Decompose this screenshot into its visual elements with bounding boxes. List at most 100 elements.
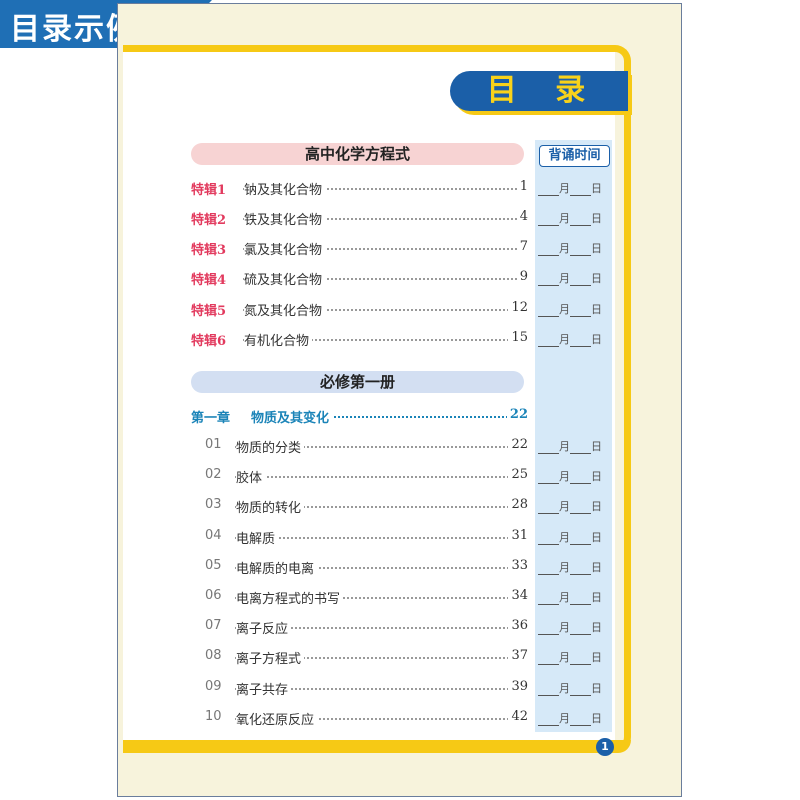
month-label: 月 [559,470,570,484]
month-blank[interactable] [538,592,559,605]
month-blank[interactable] [538,334,559,347]
month-blank[interactable] [538,562,559,575]
day-label: 日 [591,440,602,453]
review-date-field[interactable]: 月日 [538,210,614,230]
special-tag: 特辑4 [191,273,227,288]
month-blank[interactable] [538,243,559,256]
toc-row[interactable]: 06 电离方程式的书写 34 [191,588,531,608]
toc-row[interactable]: 07 离子反应 36 [191,618,531,638]
day-blank[interactable] [570,273,591,286]
day-label: 日 [591,651,602,665]
toc-page-number: 12 [508,300,528,315]
lesson-number: 06 [205,588,222,603]
review-date-field[interactable]: 月日 [538,649,614,669]
month-blank[interactable] [538,471,559,485]
month-blank[interactable] [538,273,559,286]
review-date-field[interactable]: 月日 [538,240,614,260]
lesson-number: 08 [205,648,222,664]
day-blank[interactable] [570,213,591,226]
toc-entry-label: 电解质的电离 [236,557,318,577]
day-blank[interactable] [570,183,591,196]
month-blank[interactable] [538,713,559,726]
day-label: 日 [591,500,602,514]
review-time-header: 背诵时间 [539,145,610,167]
day-blank[interactable] [570,532,591,545]
toc-row[interactable]: 特辑6 有机化合物 15 [191,330,531,350]
review-date-field[interactable]: 月日 [538,331,614,351]
review-date-field[interactable]: 月日 [538,529,614,549]
review-date-field[interactable]: 月日 [538,180,614,200]
special-tag: 特辑6 [191,334,227,349]
day-label: 日 [591,530,602,544]
day-blank[interactable] [570,304,591,317]
day-label: 日 [591,681,602,695]
review-date-field[interactable]: 月日 [538,619,614,639]
month-blank[interactable] [538,183,559,196]
month-label: 月 [559,500,570,514]
review-date-field[interactable]: 月日 [538,589,614,609]
day-label: 日 [591,272,602,285]
day-label: 日 [591,560,602,574]
month-blank[interactable] [538,441,559,454]
toc-row[interactable]: 03 物质的转化 28 [191,497,531,517]
month-blank[interactable] [538,652,559,666]
day-blank[interactable] [570,441,591,454]
lesson-number: 09 [205,678,222,694]
lesson-number: 10 [205,708,222,724]
toc-page-number: 42 [508,708,528,724]
toc-row[interactable]: 特辑2 铁及其化合物 4 [191,209,531,229]
review-date-field[interactable]: 月日 [538,468,614,488]
toc-entry-label: 离子反应 [236,618,292,638]
review-date-field[interactable]: 月日 [538,301,614,321]
page-title: 目 录 [486,73,600,108]
toc-row[interactable]: 04 电解质 31 [191,527,531,548]
toc-row[interactable]: 08 离子方程式 37 [191,648,531,668]
day-blank[interactable] [570,683,591,696]
month-blank[interactable] [538,501,559,515]
day-blank[interactable] [570,652,591,666]
day-label: 日 [591,470,602,484]
day-blank[interactable] [570,334,591,347]
toc-entry-label: 氯及其化合物 [244,239,326,258]
toc-row[interactable]: 05 电解质的电离 33 [191,557,531,578]
month-label: 月 [559,212,570,225]
day-label: 日 [591,242,602,255]
toc-row[interactable]: 特辑4 硫及其化合物 9 [191,269,531,289]
day-blank[interactable] [570,592,591,605]
toc-entry-label: 物质的分类 [236,437,305,456]
month-label: 月 [559,651,570,665]
review-date-field[interactable]: 月日 [538,680,614,700]
day-blank[interactable] [570,562,591,575]
toc-page-number: 34 [508,588,528,603]
toc-row[interactable]: 特辑3 氯及其化合物 7 [191,239,531,259]
review-date-field[interactable]: 月日 [538,438,614,458]
month-blank[interactable] [538,213,559,226]
toc-row[interactable]: 10 氧化还原反应 42 [191,708,531,729]
review-date-field[interactable]: 月日 [538,559,614,579]
month-blank[interactable] [538,532,559,545]
chapter-row[interactable]: 第一章 物质及其变化 22 [191,407,531,427]
review-date-field[interactable]: 月日 [538,270,614,290]
toc-row[interactable]: 02 胶体 25 [191,467,531,487]
toc-row[interactable]: 特辑5 氮及其化合物 12 [191,300,531,320]
day-blank[interactable] [570,471,591,485]
lesson-number: 02 [205,467,222,483]
toc-page-number: 36 [508,618,528,634]
day-blank[interactable] [570,622,591,636]
day-blank[interactable] [570,501,591,515]
toc-entry-label: 离子方程式 [236,648,305,668]
month-label: 月 [559,303,570,316]
month-blank[interactable] [538,683,559,696]
toc-entry-label: 硫及其化合物 [244,269,326,288]
review-date-field[interactable]: 月日 [538,498,614,518]
toc-page-number: 9 [516,269,528,284]
day-blank[interactable] [570,713,591,726]
toc-row[interactable]: 特辑1 钠及其化合物 1 [191,179,531,199]
day-blank[interactable] [570,243,591,256]
toc-row[interactable]: 01 物质的分类 22 [191,437,531,457]
month-blank[interactable] [538,304,559,317]
review-date-field[interactable]: 月日 [538,710,614,730]
month-blank[interactable] [538,622,559,636]
toc-row[interactable]: 09 离子共存 39 [191,678,531,699]
lesson-number: 04 [205,527,222,543]
